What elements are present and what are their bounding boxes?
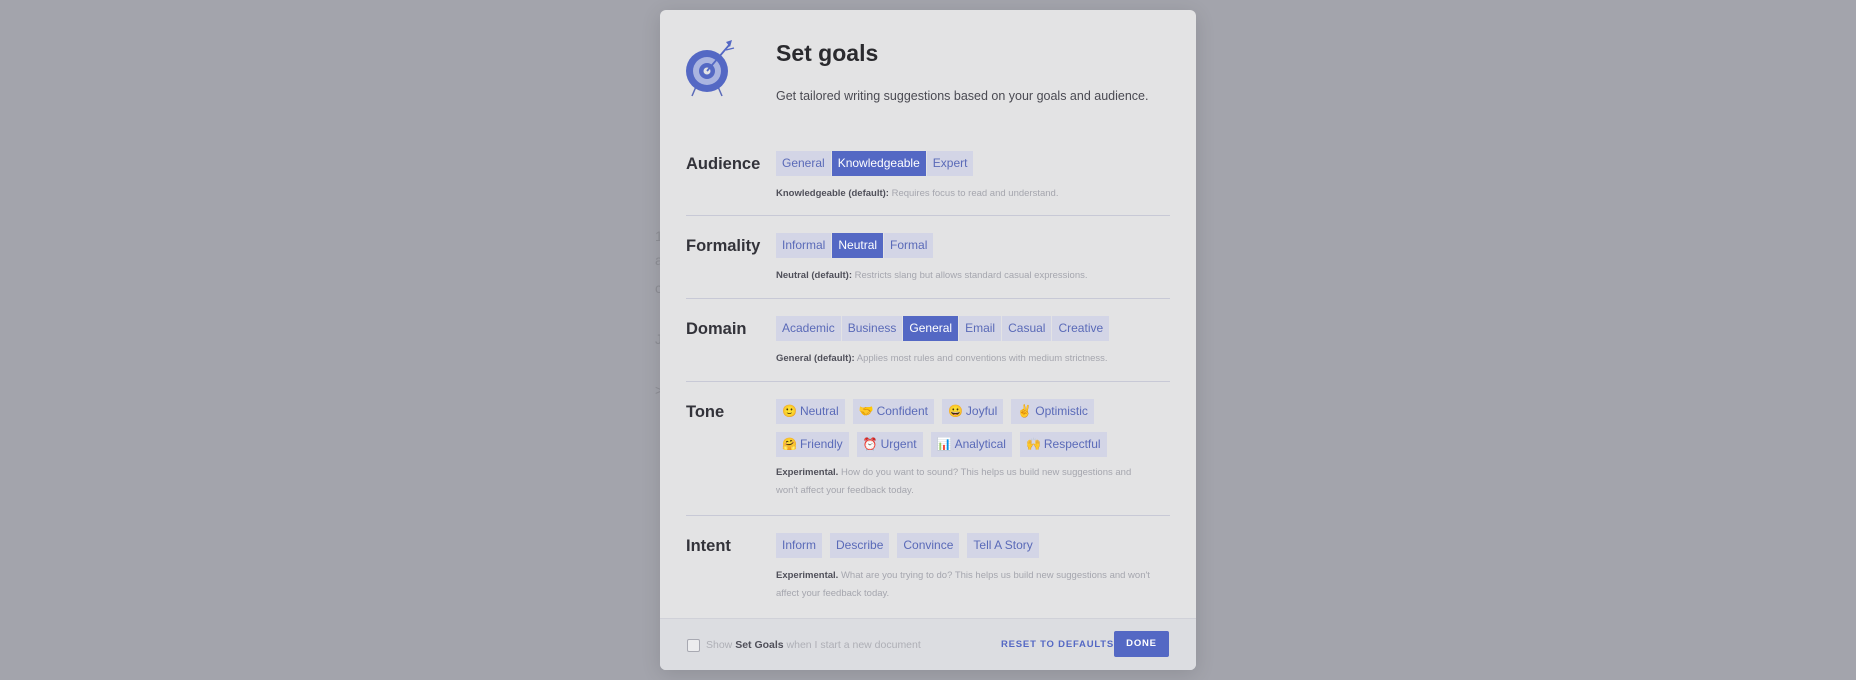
tone-chip-optimistic[interactable]: ✌ Optimistic bbox=[1011, 399, 1094, 424]
audience-option-expert[interactable]: Expert bbox=[926, 151, 975, 176]
domain-label: Domain bbox=[686, 320, 747, 338]
reset-to-defaults-button[interactable]: RESET TO DEFAULTS bbox=[1001, 639, 1114, 650]
audience-description: Knowledgeable (default): Requires focus … bbox=[776, 185, 1058, 203]
tone-description: Experimental. How do you want to sound? … bbox=[776, 464, 1131, 500]
audience-desc-bold: Knowledgeable (default): bbox=[776, 188, 889, 199]
audience-option-general[interactable]: General bbox=[776, 151, 832, 176]
show-set-goals-label[interactable]: Show Set Goals when I start a new docume… bbox=[706, 639, 921, 651]
formality-option-formal[interactable]: Formal bbox=[884, 233, 935, 258]
domain-section: Domain Academic Business General Email C… bbox=[686, 299, 1170, 382]
tone-chip-label: Respectful bbox=[1043, 437, 1101, 451]
audience-section: Audience General Knowledgeable Expert Kn… bbox=[686, 128, 1170, 216]
done-button[interactable]: DONE bbox=[1114, 631, 1169, 657]
smile-face-icon: 😀 bbox=[947, 404, 963, 418]
formality-desc-bold: Neutral (default): bbox=[776, 270, 852, 281]
intent-section: Intent Inform Describe Convince Tell A S… bbox=[686, 516, 1170, 612]
tone-options: 🙂 Neutral 🤝 Confident 😀 Joyful ✌ Optimistic … bbox=[776, 399, 1136, 457]
domain-desc-text: Applies most rules and conventions with … bbox=[854, 353, 1108, 364]
intent-desc-line1: What are you trying to do? This helps us… bbox=[838, 570, 1150, 581]
tone-chip-neutral[interactable]: 🙂 Neutral bbox=[776, 399, 845, 424]
intent-desc-bold: Experimental. bbox=[776, 570, 839, 581]
domain-options: Academic Business General Email Casual C… bbox=[776, 316, 1111, 341]
tone-chip-joyful[interactable]: 😀 Joyful bbox=[941, 399, 1004, 424]
formality-options: Informal Neutral Formal bbox=[776, 233, 935, 258]
formality-description: Neutral (default): Restricts slang but a… bbox=[776, 267, 1088, 285]
formality-desc-text: Restricts slang but allows standard casu… bbox=[852, 270, 1088, 281]
intent-chip-inform[interactable]: Inform bbox=[776, 533, 823, 558]
raised-hands-icon: 🙌 bbox=[1025, 437, 1041, 451]
bar-chart-icon: 📊 bbox=[936, 437, 952, 451]
tone-chip-label: Analytical bbox=[954, 437, 1006, 451]
cb-label-bold: Set Goals bbox=[735, 639, 784, 651]
modal-title: Set goals bbox=[776, 40, 879, 66]
target-arrow-icon bbox=[686, 40, 735, 97]
tone-chip-urgent[interactable]: ⏰ Urgent bbox=[856, 432, 923, 457]
peace-hand-icon: ✌ bbox=[1017, 404, 1033, 418]
tone-chip-label: Friendly bbox=[799, 437, 843, 451]
tone-chip-friendly[interactable]: 🤗 Friendly bbox=[776, 432, 849, 457]
domain-description: General (default): Applies most rules an… bbox=[776, 350, 1108, 368]
domain-option-business[interactable]: Business bbox=[841, 316, 904, 341]
formality-section: Formality Informal Neutral Formal Neutra… bbox=[686, 216, 1170, 299]
tone-chip-label: Confident bbox=[876, 404, 928, 418]
tone-chip-label: Neutral bbox=[799, 404, 839, 418]
tone-desc-line2: won't affect your feedback today. bbox=[776, 485, 914, 496]
intent-description: Experimental. What are you trying to do?… bbox=[776, 567, 1150, 603]
intent-chip-convince[interactable]: Convince bbox=[897, 533, 960, 558]
domain-option-creative[interactable]: Creative bbox=[1052, 316, 1111, 341]
intent-label: Intent bbox=[686, 537, 731, 555]
cb-label-post: when I start a new document bbox=[783, 639, 921, 651]
audience-label: Audience bbox=[686, 155, 761, 173]
tone-chip-label: Optimistic bbox=[1035, 404, 1088, 418]
tone-chip-confident[interactable]: 🤝 Confident bbox=[852, 399, 934, 424]
audience-desc-text: Requires focus to read and understand. bbox=[888, 188, 1059, 199]
domain-option-general[interactable]: General bbox=[903, 316, 960, 341]
tone-section: Tone 🙂 Neutral 🤝 Confident 😀 Joyful ✌ Optimi… bbox=[686, 382, 1170, 516]
tone-label: Tone bbox=[686, 403, 725, 421]
domain-option-academic[interactable]: Academic bbox=[776, 316, 842, 341]
intent-desc-line2: affect your feedback today. bbox=[776, 588, 890, 599]
formality-option-neutral[interactable]: Neutral bbox=[832, 233, 885, 258]
modal-subtitle: Get tailored writing suggestions based o… bbox=[776, 89, 1149, 103]
tone-desc-line1: How do you want to sound? This helps us … bbox=[838, 467, 1132, 478]
domain-option-casual[interactable]: Casual bbox=[1002, 316, 1053, 341]
hug-face-icon: 🤗 bbox=[782, 437, 797, 451]
intent-chip-describe[interactable]: Describe bbox=[830, 533, 890, 558]
domain-option-email[interactable]: Email bbox=[959, 316, 1003, 341]
alarm-clock-icon: ⏰ bbox=[862, 437, 878, 451]
show-set-goals-checkbox[interactable] bbox=[687, 639, 700, 652]
audience-option-knowledgeable[interactable]: Knowledgeable bbox=[831, 151, 927, 176]
tone-chip-label: Urgent bbox=[880, 437, 917, 451]
audience-options: General Knowledgeable Expert bbox=[776, 151, 975, 176]
tone-chip-analytical[interactable]: 📊 Analytical bbox=[930, 432, 1012, 457]
domain-desc-bold: General (default): bbox=[776, 353, 855, 364]
tone-desc-bold: Experimental. bbox=[776, 467, 839, 478]
intent-chip-tell-a-story[interactable]: Tell A Story bbox=[967, 533, 1039, 558]
tone-chip-respectful[interactable]: 🙌 Respectful bbox=[1019, 432, 1107, 457]
set-goals-modal: Set goals Get tailored writing suggestio… bbox=[660, 10, 1196, 670]
cb-label-pre: Show bbox=[706, 639, 736, 651]
neutral-face-icon: 🙂 bbox=[782, 404, 797, 418]
handshake-icon: 🤝 bbox=[858, 404, 874, 418]
modal-footer: Show Set Goals when I start a new docume… bbox=[660, 618, 1196, 670]
intent-options: Inform Describe Convince Tell A Story bbox=[776, 533, 1136, 558]
formality-option-informal[interactable]: Informal bbox=[776, 233, 833, 258]
modal-header: Set goals Get tailored writing suggestio… bbox=[660, 10, 1196, 128]
tone-chip-label: Joyful bbox=[965, 404, 998, 418]
formality-label: Formality bbox=[686, 237, 761, 255]
